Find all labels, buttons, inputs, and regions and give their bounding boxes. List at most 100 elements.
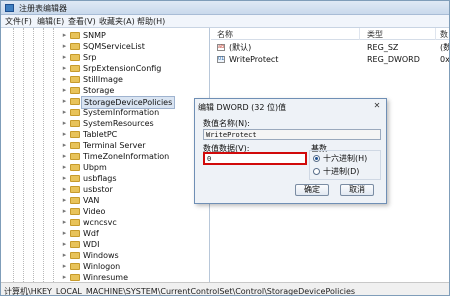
expand-arrow-icon[interactable]: ▸ <box>61 262 68 270</box>
tree-item-selected[interactable]: ▸ StorageDevicePolicies <box>61 96 209 109</box>
expand-arrow-icon[interactable]: ▸ <box>61 42 68 50</box>
expand-arrow-icon[interactable]: ▸ <box>61 229 68 237</box>
column-separator[interactable] <box>359 28 360 40</box>
expand-arrow-icon[interactable]: ▸ <box>61 53 68 61</box>
title-bar[interactable]: 注册表编辑器 <box>1 1 449 15</box>
menu-edit[interactable]: 编辑(E) <box>37 16 64 27</box>
tree-item-label: Winlogon <box>83 262 121 271</box>
expand-arrow-icon[interactable]: ▸ <box>61 207 68 215</box>
value-name-field[interactable]: WriteProtect <box>203 129 381 140</box>
expand-arrow-icon[interactable]: ▸ <box>61 273 68 281</box>
registry-key-tree[interactable]: ▸ SNMP ▸ SQMServiceList ▸ Srp ▸ SrpExtensionCon… <box>1 28 210 282</box>
status-bar: 计算机\HKEY_LOCAL_MACHINE\SYSTEM\CurrentCon… <box>1 282 449 295</box>
tree-item[interactable]: ▸ Windows <box>61 250 209 261</box>
column-name-header[interactable]: 名称 <box>217 29 233 40</box>
regedit-app-icon <box>5 4 14 12</box>
folder-icon <box>70 241 80 248</box>
tree-item[interactable]: ▸ Winresume <box>61 272 209 282</box>
tree-item-label: SystemResources <box>83 119 154 128</box>
tree-item-label: TabletPC <box>83 130 118 139</box>
folder-icon <box>70 120 80 127</box>
reg-sz-icon: ab <box>217 44 225 51</box>
tree-item[interactable]: ▸ usbstor <box>61 184 209 195</box>
tree-item[interactable]: ▸ wcncsvc <box>61 217 209 228</box>
tree-item[interactable]: ▸ Terminal Server <box>61 140 209 151</box>
tree-guide-line <box>53 28 54 282</box>
tree-item[interactable]: ▸ Video <box>61 206 209 217</box>
expand-arrow-icon[interactable]: ▸ <box>61 97 68 105</box>
expand-arrow-icon[interactable]: ▸ <box>61 64 68 72</box>
expand-arrow-icon[interactable]: ▸ <box>61 163 68 171</box>
tree-item[interactable]: ▸ SystemInformation <box>61 107 209 118</box>
folder-icon <box>70 43 80 50</box>
window-title: 注册表编辑器 <box>19 4 67 13</box>
column-data-header[interactable]: 数 <box>440 29 448 40</box>
tree-item-label: Video <box>83 207 106 216</box>
tree-item[interactable]: ▸ Storage <box>61 85 209 96</box>
tree-item[interactable]: ▸ TabletPC <box>61 129 209 140</box>
value-data: (数 <box>440 43 449 52</box>
tree-item-label: VAN <box>83 196 100 205</box>
column-separator[interactable] <box>435 28 436 40</box>
column-type-header[interactable]: 类型 <box>367 29 383 40</box>
tree-item[interactable]: ▸ Srp <box>61 52 209 63</box>
ok-button[interactable]: 确定 <box>295 184 329 196</box>
tree-item-label: Windows <box>83 251 119 260</box>
folder-icon <box>70 98 80 105</box>
radio-hexadecimal[interactable]: 十六进制(H) <box>313 154 381 164</box>
tree-item[interactable]: ▸ SQMServiceList <box>61 41 209 52</box>
expand-arrow-icon[interactable]: ▸ <box>61 196 68 204</box>
folder-icon <box>70 175 80 182</box>
radio-unselected-indicator <box>313 168 320 175</box>
folder-icon <box>70 109 80 116</box>
expand-arrow-icon[interactable]: ▸ <box>61 185 68 193</box>
radio-decimal[interactable]: 十进制(D) <box>313 167 381 177</box>
edit-dword-dialog: 编辑 DWORD (32 位)值 ✕ 数值名称(N): WriteProtect… <box>194 98 387 204</box>
expand-arrow-icon[interactable]: ▸ <box>61 174 68 182</box>
tree-item[interactable]: ▸ Winlogon <box>61 261 209 272</box>
expand-arrow-icon[interactable]: ▸ <box>61 75 68 83</box>
value-name-label: 数值名称(N): <box>203 119 250 128</box>
expand-arrow-icon[interactable]: ▸ <box>61 86 68 94</box>
tree-item[interactable]: ▸ SystemResources <box>61 118 209 129</box>
tree-item[interactable]: ▸ StillImage <box>61 74 209 85</box>
value-data-input[interactable]: 0 <box>203 152 307 165</box>
folder-icon <box>70 219 80 226</box>
folder-icon <box>70 252 80 259</box>
tree-item-label: SystemInformation <box>83 108 160 117</box>
tree-item[interactable]: ▸ WDI <box>61 239 209 250</box>
tree-item[interactable]: ▸ SrpExtensionConfig <box>61 63 209 74</box>
value-row-writeprotect[interactable]: 01 WriteProtect REG_DWORD 0x <box>211 54 449 65</box>
menu-view[interactable]: 查看(V) <box>68 16 96 27</box>
folder-icon <box>70 65 80 72</box>
cancel-button[interactable]: 取消 <box>340 184 374 196</box>
tree-item[interactable]: ▸ Wdf <box>61 228 209 239</box>
value-name: WriteProtect <box>229 55 279 64</box>
folder-icon <box>70 164 80 171</box>
tree-item[interactable]: ▸ SNMP <box>61 30 209 41</box>
tree-item-label: Terminal Server <box>83 141 146 150</box>
tree-item[interactable]: ▸ VAN <box>61 195 209 206</box>
menu-help[interactable]: 帮助(H) <box>137 16 165 27</box>
tree-guide-line <box>23 28 24 282</box>
tree-item[interactable]: ▸ Ubpm <box>61 162 209 173</box>
expand-arrow-icon[interactable]: ▸ <box>61 240 68 248</box>
expand-arrow-icon[interactable]: ▸ <box>61 31 68 39</box>
value-type: REG_DWORD <box>367 55 420 64</box>
menu-favorites[interactable]: 收藏夹(A) <box>99 16 135 27</box>
close-icon[interactable]: ✕ <box>371 101 383 111</box>
expand-arrow-icon[interactable]: ▸ <box>61 141 68 149</box>
folder-icon <box>70 153 80 160</box>
expand-arrow-icon[interactable]: ▸ <box>61 119 68 127</box>
value-row-default[interactable]: ab (默认) REG_SZ (数 <box>211 42 449 53</box>
tree-item[interactable]: ▸ TimeZoneInformation <box>61 151 209 162</box>
expand-arrow-icon[interactable]: ▸ <box>61 251 68 259</box>
list-header: 名称 类型 数 <box>211 28 449 40</box>
tree-item[interactable]: ▸ usbflags <box>61 173 209 184</box>
expand-arrow-icon[interactable]: ▸ <box>61 108 68 116</box>
expand-arrow-icon[interactable]: ▸ <box>61 130 68 138</box>
expand-arrow-icon[interactable]: ▸ <box>61 218 68 226</box>
expand-arrow-icon[interactable]: ▸ <box>61 152 68 160</box>
menu-file[interactable]: 文件(F) <box>5 16 32 27</box>
value-type: REG_SZ <box>367 43 399 52</box>
